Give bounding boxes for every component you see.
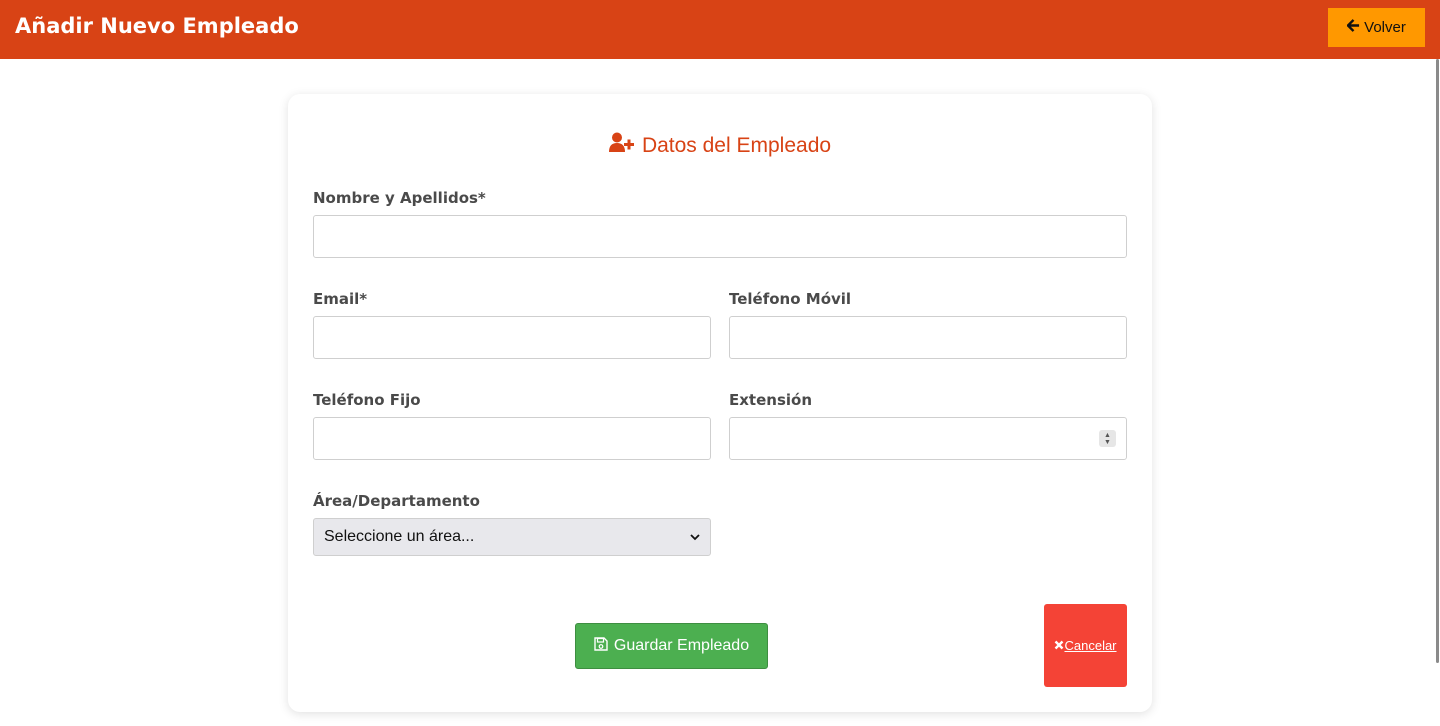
nombre-label: Nombre y Apellidos* <box>313 189 486 207</box>
page-title: Añadir Nuevo Empleado <box>15 14 299 38</box>
number-spinner[interactable]: ▲ ▼ <box>1099 430 1116 447</box>
section-title-text: Datos del Empleado <box>641 133 832 157</box>
chevron-down-icon <box>690 528 700 546</box>
email-label: Email* <box>313 290 368 308</box>
x-icon <box>1054 638 1064 653</box>
cancel-button[interactable]: Cancelar <box>1044 604 1127 687</box>
area-label: Área/Departamento <box>313 492 480 510</box>
movil-label: Teléfono Móvil <box>729 290 852 308</box>
scrollbar[interactable] <box>1436 59 1439 663</box>
nombre-input[interactable] <box>313 215 1127 258</box>
extension-input[interactable]: ▲ ▼ <box>729 417 1127 460</box>
back-button[interactable]: Volver <box>1328 8 1425 47</box>
area-select[interactable]: Seleccione un área... <box>313 518 711 556</box>
fijo-input[interactable] <box>313 417 711 460</box>
save-button[interactable]: Guardar Empleado <box>575 623 768 669</box>
section-title: Datos del Empleado <box>288 132 1152 159</box>
extension-label: Extensión <box>729 391 812 409</box>
user-plus-icon <box>608 132 634 159</box>
arrow-left-icon <box>1346 19 1360 36</box>
spinner-down-icon[interactable]: ▼ <box>1104 439 1111 446</box>
save-button-label: Guardar Empleado <box>613 637 750 654</box>
cancel-button-label: Cancelar <box>1064 638 1117 653</box>
floppy-disk-icon <box>594 636 608 656</box>
back-button-label: Volver <box>1364 19 1406 36</box>
top-header: Añadir Nuevo Empleado Volver <box>0 0 1440 59</box>
movil-input[interactable] <box>729 316 1127 359</box>
employee-form-card: Datos del Empleado Nombre y Apellidos* E… <box>288 94 1152 712</box>
spinner-up-icon[interactable]: ▲ <box>1104 432 1111 439</box>
email-input[interactable] <box>313 316 711 359</box>
fijo-label: Teléfono Fijo <box>313 391 421 409</box>
area-select-value: Seleccione un área... <box>324 528 475 545</box>
